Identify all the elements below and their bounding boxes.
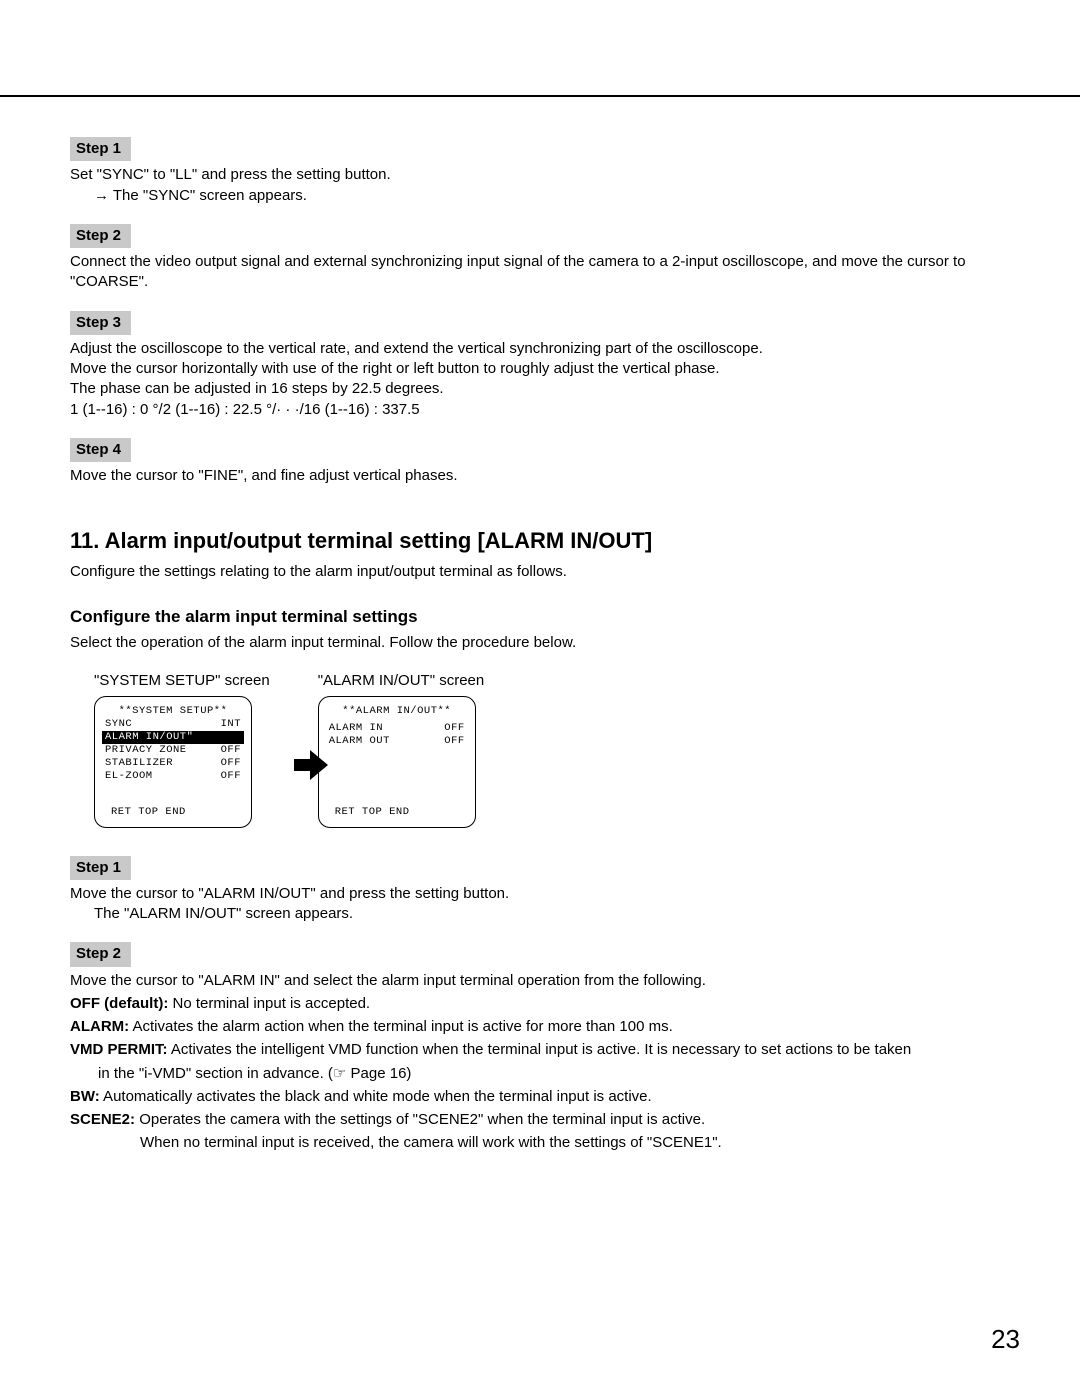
step-text: The "ALARM IN/OUT" screen appears. xyxy=(70,904,1020,924)
step-block-4: Step 4 Move the cursor to "FINE", and fi… xyxy=(70,438,1020,487)
definition-scene2-cont: When no terminal input is received, the … xyxy=(70,1133,1020,1153)
menu-row: STABILIZEROFF xyxy=(105,757,241,770)
screen-footer: RET TOP END xyxy=(329,806,465,819)
step-text: → The "SYNC" screen appears. xyxy=(70,186,1020,206)
step-text: 1 (1--16) : 0 °/2 (1--16) : 22.5 °/· · ·… xyxy=(70,400,1020,420)
step-label: Step 4 xyxy=(70,438,131,462)
definition-off: OFF (default): No terminal input is acce… xyxy=(70,994,1020,1014)
menu-row: ALARM INOFF xyxy=(329,722,465,735)
step-label: Step 3 xyxy=(70,311,131,335)
screen-alarm-in-out: "ALARM IN/OUT" screen **ALARM IN/OUT** A… xyxy=(318,671,485,827)
screen-caption: "ALARM IN/OUT" screen xyxy=(318,671,485,691)
step-block-b2: Step 2 Move the cursor to "ALARM IN" and… xyxy=(70,942,1020,1153)
section-heading: 11. Alarm input/output terminal setting … xyxy=(70,526,1020,556)
step-text: Move the cursor to "FINE", and fine adju… xyxy=(70,466,1020,486)
screen-title: **ALARM IN/OUT** xyxy=(329,705,465,718)
section-intro: Configure the settings relating to the a… xyxy=(70,562,1020,582)
horizontal-rule xyxy=(0,95,1080,97)
definition-alarm: ALARM: Activates the alarm action when t… xyxy=(70,1017,1020,1037)
menu-row: EL-ZOOMOFF xyxy=(105,770,241,783)
screen-title: **SYSTEM SETUP** xyxy=(105,705,241,718)
definition-bw: BW: Automatically activates the black an… xyxy=(70,1087,1020,1107)
menu-row: SYNCINT xyxy=(105,718,241,731)
menu-row: ALARM OUTOFF xyxy=(329,735,465,748)
step-block-3: Step 3 Adjust the oscilloscope to the ve… xyxy=(70,311,1020,420)
step-block-1: Step 1 Set "SYNC" to "LL" and press the … xyxy=(70,137,1020,206)
definition-vmd: VMD PERMIT: Activates the intelligent VM… xyxy=(70,1040,1020,1060)
document-page: Step 1 Set "SYNC" to "LL" and press the … xyxy=(0,0,1080,1397)
subsection-intro: Select the operation of the alarm input … xyxy=(70,633,1020,653)
step-text: Set "SYNC" to "LL" and press the setting… xyxy=(70,165,1020,185)
step-label: Step 2 xyxy=(70,942,131,966)
screen-box: **ALARM IN/OUT** ALARM INOFF ALARM OUTOF… xyxy=(318,696,476,828)
step-text: Move the cursor horizontally with use of… xyxy=(70,359,1020,379)
screen-caption: "SYSTEM SETUP" screen xyxy=(94,671,270,691)
step-text: Adjust the oscilloscope to the vertical … xyxy=(70,339,1020,359)
screen-box: **SYSTEM SETUP** SYNCINT ALARM IN/OUT" P… xyxy=(94,696,252,828)
screens-row: "SYSTEM SETUP" screen **SYSTEM SETUP** S… xyxy=(94,671,1020,827)
page-number: 23 xyxy=(991,1322,1020,1357)
definition-scene2: SCENE2: Operates the camera with the set… xyxy=(70,1110,1020,1130)
screen-system-setup: "SYSTEM SETUP" screen **SYSTEM SETUP** S… xyxy=(94,671,270,827)
step-label: Step 1 xyxy=(70,137,131,161)
screen-footer: RET TOP END xyxy=(105,806,241,819)
step-text: Connect the video output signal and exte… xyxy=(70,252,1020,293)
definition-vmd-cont: in the "i-VMD" section in advance. (☞ Pa… xyxy=(70,1064,1020,1084)
step-block-b1: Step 1 Move the cursor to "ALARM IN/OUT"… xyxy=(70,856,1020,925)
step-block-2: Step 2 Connect the video output signal a… xyxy=(70,224,1020,293)
menu-row: PRIVACY ZONEOFF xyxy=(105,744,241,757)
step-text: Move the cursor to "ALARM IN/OUT" and pr… xyxy=(70,884,1020,904)
step-label: Step 1 xyxy=(70,856,131,880)
menu-row-highlighted: ALARM IN/OUT" xyxy=(102,731,244,744)
step-text: The phase can be adjusted in 16 steps by… xyxy=(70,379,1020,399)
step-text: Move the cursor to "ALARM IN" and select… xyxy=(70,971,1020,991)
subsection-heading: Configure the alarm input terminal setti… xyxy=(70,606,1020,629)
step-label: Step 2 xyxy=(70,224,131,248)
